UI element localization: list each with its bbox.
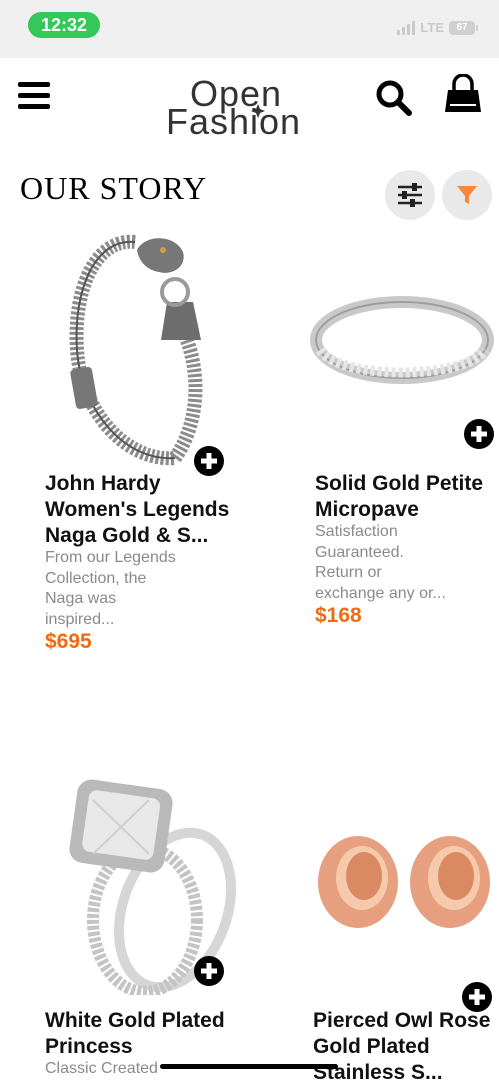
add-to-cart-icon[interactable] [464,419,494,449]
page-title: OUR STORY [20,170,208,206]
signal-icon [397,20,416,35]
product-title: John Hardy Women's Legends Naga Gold & S… [45,471,250,549]
status-bar: 12:32 LTE 67 [0,0,499,58]
product-description-line: Classic Created [45,1060,158,1077]
network-type: LTE [420,20,444,35]
product-price: $695 [45,630,92,653]
logo-sparkle-icon [251,104,265,118]
status-indicators: LTE 67 [397,20,478,35]
product-card[interactable]: John Hardy Women's Legends Naga Gold & S… [0,228,250,658]
product-card[interactable]: White Gold Plated Princess Classic Creat… [0,768,250,1080]
battery-level: 67 [456,22,468,33]
product-title: Pierced Owl Rose Gold Plated Stainless S… [313,1008,499,1086]
product-description-line: Satisfaction [315,523,398,540]
product-title-line: Pierced Owl Rose [313,1009,491,1032]
product-description-line: From our Legends [45,549,176,566]
product-price: $168 [315,604,362,627]
filter-funnel-icon[interactable] [442,170,492,220]
menu-icon[interactable] [18,82,50,110]
product-image-ring [310,296,494,384]
sliders-icon[interactable] [385,170,435,220]
product-description-line: exchange any or... [315,584,446,602]
battery-icon: 67 [449,20,478,35]
product-card[interactable]: Pierced Owl Rose Gold Plated Stainless S… [250,768,499,1084]
product-card[interactable]: Solid Gold Petite Micropave Satisfaction… [250,228,499,648]
product-title-line: John Hardy [45,472,161,495]
product-description: Classic Created [45,1059,250,1080]
product-title-line: Stainless S... [313,1061,443,1084]
app-header: Open Fashion [0,58,499,158]
product-title-line: Princess [45,1035,133,1058]
product-description-line: Naga was [45,590,117,607]
product-title: White Gold Plated Princess [45,1008,250,1060]
product-title-line: Gold Plated [313,1035,430,1058]
product-title: Solid Gold Petite Micropave [315,471,499,523]
brand-logo: Open Fashion [166,74,316,140]
product-image-plugs [318,836,490,928]
product-title-line: Micropave [315,498,419,521]
product-description: Satisfaction Guaranteed. Return or excha… [315,522,499,604]
search-icon[interactable] [374,78,414,118]
home-indicator[interactable] [160,1064,338,1069]
clock-time: 12:32 [28,12,100,38]
product-title-line: Women's Legends [45,498,230,521]
product-description-line: Return or [315,564,382,581]
product-description-line: Collection, the [45,569,147,587]
product-title-line: Solid Gold Petite [315,472,484,495]
product-title-line: White Gold Plated [45,1009,225,1032]
product-title-line: Naga Gold & S... [45,524,209,547]
product-description: From our Legends Collection, the Naga wa… [45,548,245,630]
shopping-bag-icon[interactable] [442,73,484,116]
product-image-bracelet [69,234,203,466]
product-description-line: Guaranteed. [315,543,404,561]
product-description-line: inspired... [45,610,115,628]
add-to-cart-icon[interactable] [194,956,224,986]
